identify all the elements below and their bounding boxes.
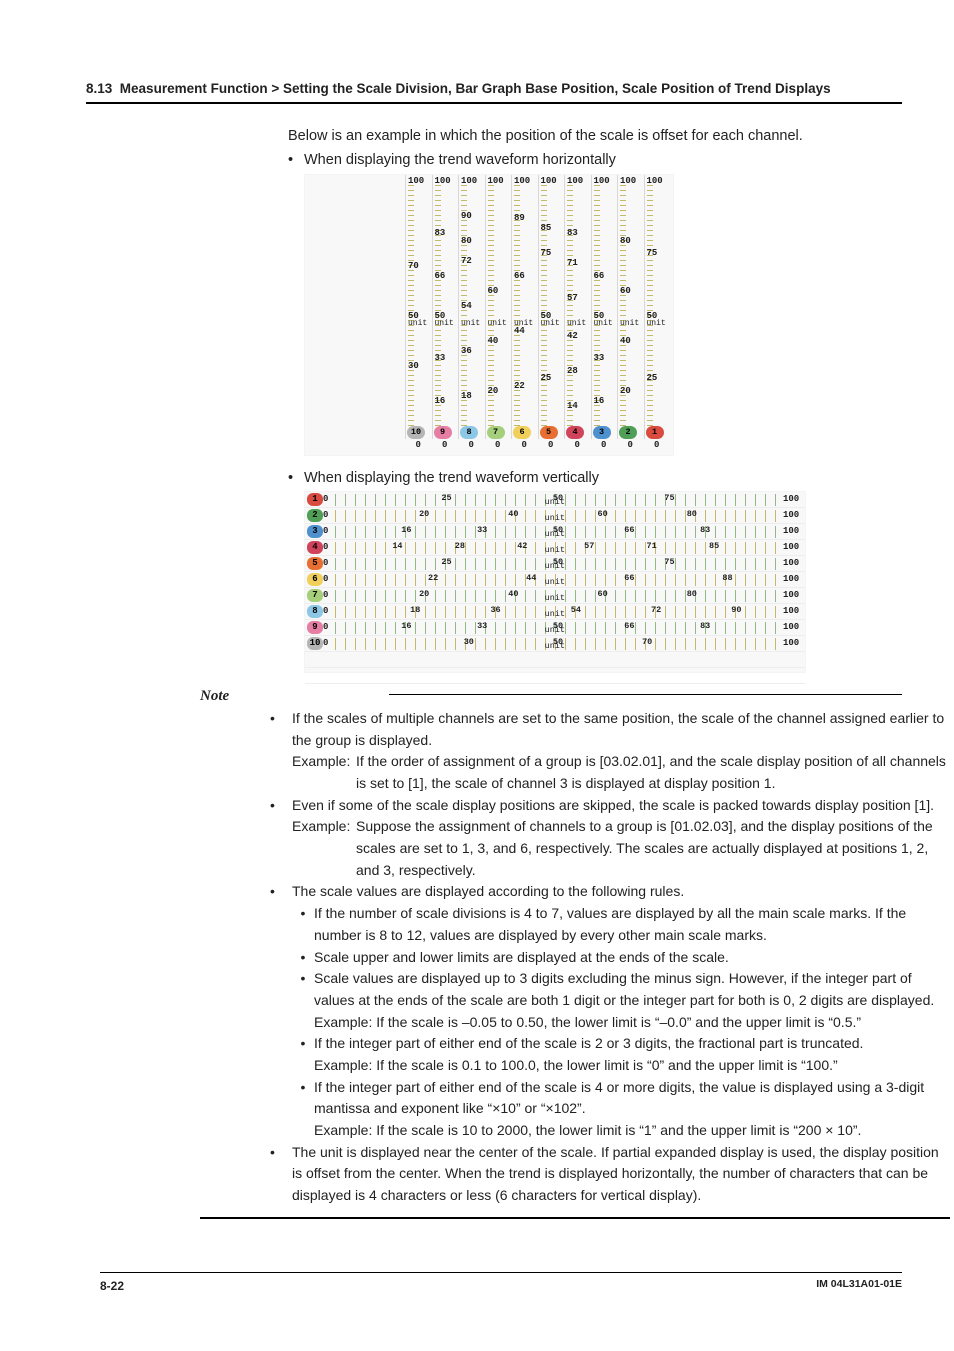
lead-text: Below is an example in which the positio… [288, 126, 946, 148]
channel-tag: 4 [566, 426, 584, 439]
channel-tag: 4 [307, 541, 323, 554]
scale-row: 50255075unit100 [305, 556, 805, 572]
section-title: Measurement Function > Setting the Scale… [120, 81, 831, 96]
note-rule-top [389, 694, 902, 695]
scale-column: 10085755025unit5 [538, 175, 566, 439]
section-number: 8.13 [86, 81, 112, 96]
scale-row: 6022446688unit100 [305, 572, 805, 588]
note-2-example: Example:Suppose the assignment of channe… [270, 816, 950, 881]
note-3b: Scale upper and lower limits are display… [314, 947, 950, 969]
scale-column: 100705030unit10 [405, 175, 433, 439]
scale-column: 100604020unit7 [485, 175, 513, 439]
channel-tag: 9 [434, 426, 452, 439]
channel-tag: 1 [307, 493, 323, 506]
note-3c: Scale values are displayed up to 3 digit… [314, 968, 950, 1011]
channel-tag: 5 [540, 426, 558, 439]
channel-tag: 3 [593, 426, 611, 439]
channel-tag: 1 [646, 426, 664, 439]
channel-tag: 6 [307, 573, 323, 586]
note-3d: If the integer part of either end of the… [314, 1033, 950, 1055]
scale-row: 100305070unit100 [305, 636, 805, 652]
bullet-dot: • [288, 468, 304, 490]
note-3d-example: Example: If the scale is 0.1 to 100.0, t… [292, 1055, 950, 1077]
note-rule-bottom [200, 1217, 950, 1219]
note-4: The unit is displayed near the center of… [292, 1142, 950, 1207]
note-3a: If the number of scale divisions is 4 to… [314, 903, 950, 946]
note-3e: If the integer part of either end of the… [314, 1077, 950, 1120]
scale-column: 100908072543618unit8 [458, 175, 486, 439]
section-header: 8.13 Measurement Function > Setting the … [86, 80, 902, 104]
channel-tag: 6 [513, 426, 531, 439]
note-3c-example: Example: If the scale is –0.05 to 0.50, … [292, 1012, 950, 1034]
figure-horizontal-trend: 100705030unit101008366503316unit91009080… [304, 174, 674, 456]
note-heading: Note [200, 685, 229, 708]
scale-row: 7020406080unit100 [305, 588, 805, 604]
scale-row: 10255075unit100 [305, 492, 805, 508]
doc-code: IM 04L31A01-01E [816, 1277, 902, 1295]
channel-tag: 2 [307, 509, 323, 522]
note-3e-example: Example: If the scale is 10 to 2000, the… [292, 1120, 950, 1142]
channel-tag: 7 [487, 426, 505, 439]
channel-tag: 10 [307, 637, 323, 650]
scale-row: 901633506683unit100 [305, 620, 805, 636]
channel-tag: 5 [307, 557, 323, 570]
scale-column: 1008366503316unit9 [432, 175, 460, 439]
page-number: 8-22 [100, 1277, 124, 1295]
figure-vertical-trend: 10255075unit1002020406080unit10030163350… [304, 491, 806, 673]
note-1-example: Example:If the order of assignment of a … [270, 751, 950, 794]
scale-column: 100837157422814unit4 [564, 175, 592, 439]
page-footer: 8-22 IM 04L31A01-01E [100, 1272, 902, 1295]
channel-tag: 10 [407, 426, 425, 439]
scale-row: 40142842577185unit100 [305, 540, 805, 556]
scale-column: 10080604020unit2 [617, 175, 645, 439]
channel-tag: 8 [460, 426, 478, 439]
channel-tag: 3 [307, 525, 323, 538]
scale-column: 100755025unit1 [644, 175, 672, 439]
scale-row: 301633506683unit100 [305, 524, 805, 540]
note-1: If the scales of multiple channels are s… [292, 708, 950, 751]
scale-row: 2020406080unit100 [305, 508, 805, 524]
channel-tag: 2 [619, 426, 637, 439]
scale-column: 10066503316unit3 [591, 175, 619, 439]
bullet-vertical: • When displaying the trend waveform ver… [288, 468, 948, 490]
channel-tag: 9 [307, 621, 323, 634]
channel-tag: 8 [307, 605, 323, 618]
scale-column: 10089664422unit6 [511, 175, 539, 439]
bullet-horizontal-text: When displaying the trend waveform horiz… [304, 150, 616, 172]
bullet-dot: • [288, 150, 304, 172]
note-2: Even if some of the scale display positi… [292, 795, 950, 817]
note-block: •If the scales of multiple channels are … [270, 708, 950, 1207]
note-3: The scale values are displayed according… [292, 881, 950, 903]
scale-row: 801836547290unit100 [305, 604, 805, 620]
bullet-vertical-text: When displaying the trend waveform verti… [304, 468, 599, 490]
bullet-horizontal: • When displaying the trend waveform hor… [288, 150, 948, 172]
channel-tag: 7 [307, 589, 323, 602]
